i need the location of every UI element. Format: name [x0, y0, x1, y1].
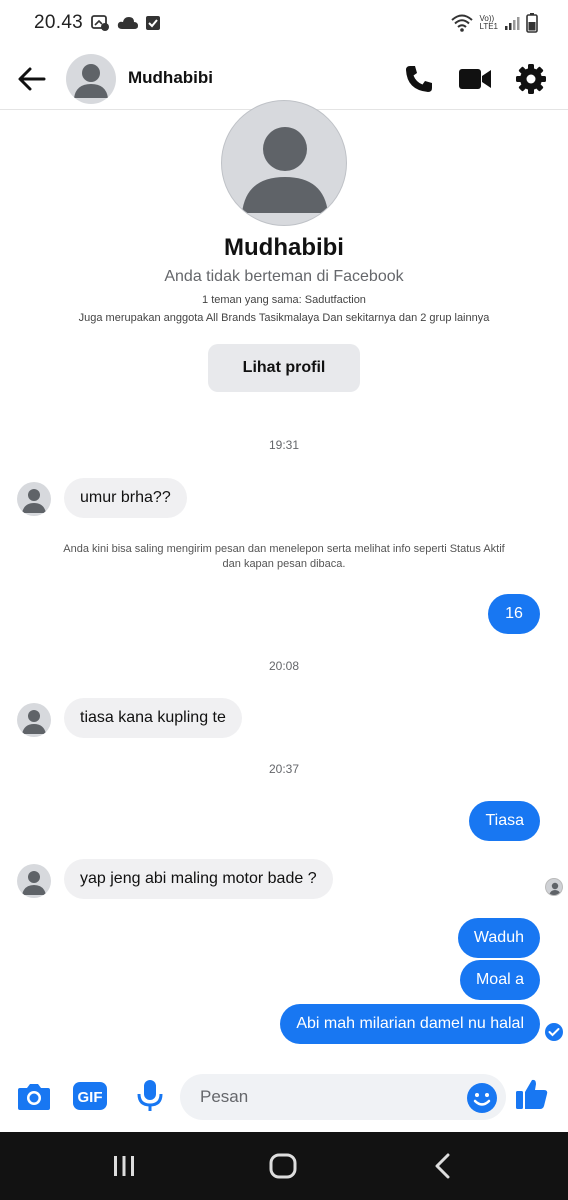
gif-icon[interactable]: GIF	[72, 1078, 108, 1114]
back-nav-icon[interactable]	[422, 1150, 462, 1182]
phone-call-icon[interactable]	[402, 62, 436, 96]
cloud-icon	[117, 17, 139, 29]
outgoing-message[interactable]: Tiasa	[469, 801, 540, 841]
profile-name: Mudhabibi	[224, 234, 344, 261]
wifi-icon	[451, 14, 474, 32]
home-icon[interactable]	[263, 1150, 303, 1182]
sender-avatar[interactable]	[17, 864, 51, 898]
incoming-message[interactable]: umur brha??	[64, 478, 187, 518]
seen-indicator-avatar	[545, 878, 563, 896]
battery-icon	[526, 13, 538, 33]
outgoing-message[interactable]: Moal a	[459, 960, 540, 1000]
sender-avatar[interactable]	[17, 703, 51, 737]
system-navigation-bar	[0, 1132, 568, 1200]
lte-label: LTE1	[479, 22, 498, 31]
gallery-notification-icon	[91, 15, 110, 31]
settings-gear-icon[interactable]	[514, 62, 548, 96]
status-notification-icons	[91, 15, 161, 31]
camera-icon[interactable]	[16, 1078, 52, 1114]
gif-label: GIF	[78, 1089, 103, 1106]
status-time: 20.43	[34, 12, 84, 33]
mutual-friends-text: 1 teman yang sama: Sadutfaction	[202, 294, 366, 306]
profile-avatar[interactable]	[221, 100, 347, 226]
message-input[interactable]	[180, 1074, 506, 1120]
outgoing-message[interactable]: Abi mah milarian damel nu halal	[280, 1004, 540, 1044]
contact-avatar[interactable]	[66, 54, 116, 104]
outgoing-message[interactable]: 16	[488, 594, 540, 634]
incoming-message[interactable]: yap jeng abi maling motor bade ?	[64, 859, 333, 899]
timestamp: 20:37	[268, 762, 300, 776]
thumbs-up-icon[interactable]	[514, 1076, 550, 1112]
microphone-icon[interactable]	[132, 1078, 168, 1114]
delivered-check-icon	[544, 1022, 564, 1042]
recent-apps-icon[interactable]	[104, 1150, 144, 1182]
friend-status-text: Anda tidak berteman di Facebook	[164, 268, 404, 285]
timestamp: 20:08	[268, 659, 300, 673]
group-membership-text: Juga merupakan anggota All Brands Tasikm…	[78, 312, 490, 324]
network-type: Vo)) LTE1	[479, 15, 498, 31]
incoming-message[interactable]: tiasa kana kupling te	[64, 698, 242, 738]
emoji-icon[interactable]	[466, 1082, 498, 1114]
status-system-icons: Vo)) LTE1	[451, 13, 538, 33]
checkbox-icon	[146, 16, 161, 30]
signal-icon	[505, 17, 520, 30]
view-profile-button[interactable]: Lihat profil	[208, 344, 360, 392]
timestamp: 19:31	[268, 438, 300, 452]
outgoing-message[interactable]: Waduh	[457, 918, 540, 958]
header-actions	[402, 62, 548, 96]
back-arrow-icon[interactable]	[16, 64, 48, 94]
status-bar: 20.43 Vo)) LTE1	[0, 0, 568, 46]
system-notice: Anda kini bisa saling mengirim pesan dan…	[63, 543, 505, 570]
video-call-icon[interactable]	[458, 62, 492, 96]
sender-avatar[interactable]	[17, 482, 51, 516]
contact-name[interactable]: Mudhabibi	[128, 68, 213, 88]
